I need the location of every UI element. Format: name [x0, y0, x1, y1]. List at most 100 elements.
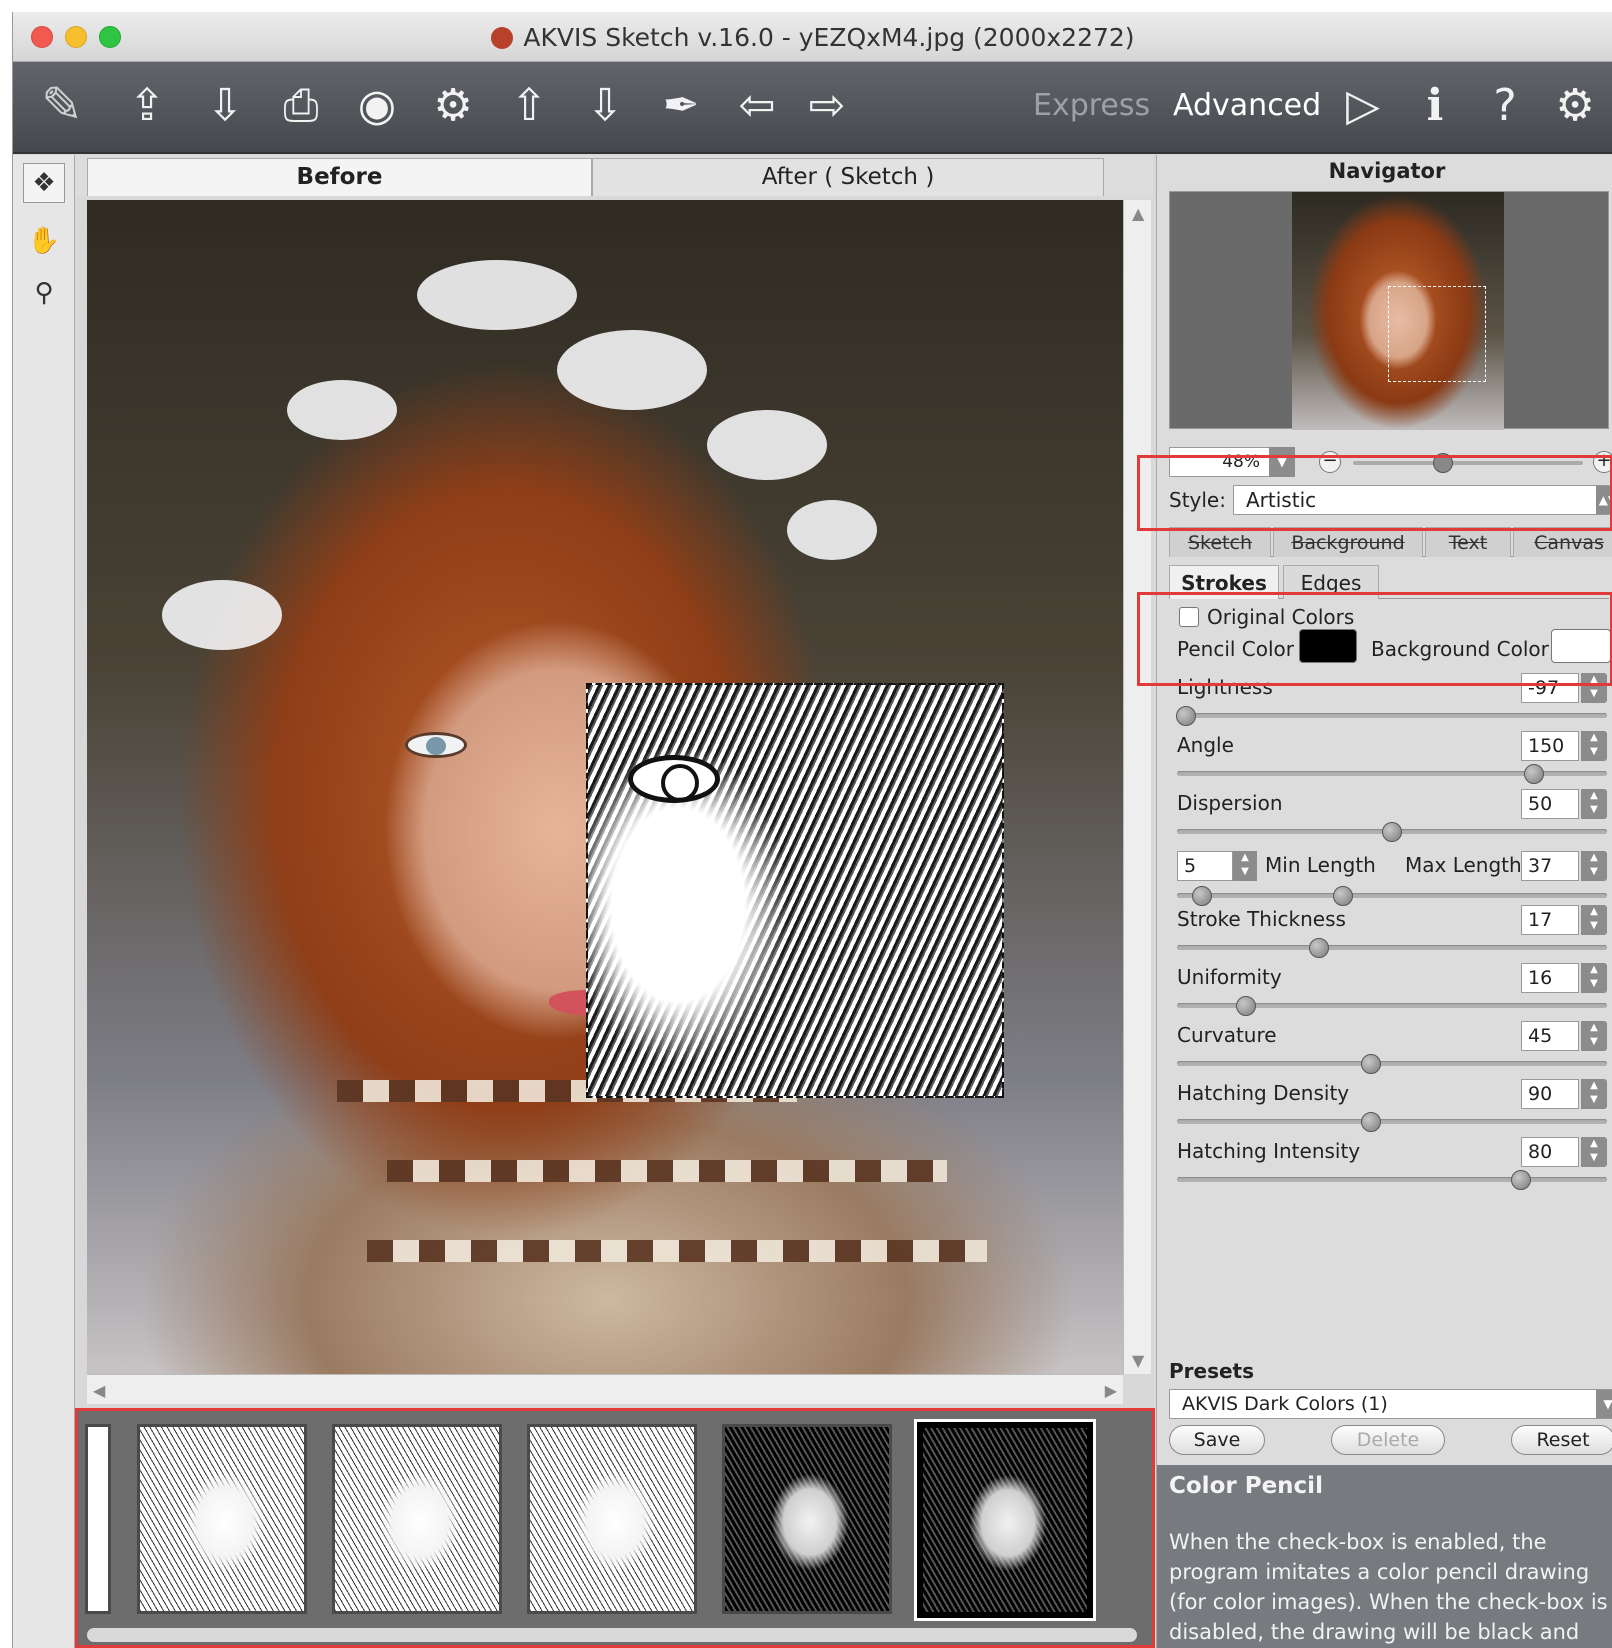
max-length-knob[interactable] — [1333, 886, 1353, 906]
param-slider[interactable] — [1177, 1177, 1607, 1182]
preset-thumbnail[interactable] — [527, 1424, 697, 1614]
tab-background[interactable]: Background — [1273, 527, 1423, 557]
param-curvature: Curvature 45 ▲ ▼ — [1177, 1021, 1607, 1079]
navigator-image — [1292, 192, 1504, 430]
preset-thumbnail[interactable] — [137, 1424, 307, 1614]
stepper-icon[interactable]: ▲ ▼ — [1581, 1079, 1607, 1109]
stepper-icon[interactable]: ▲ ▼ — [1581, 905, 1607, 935]
stepper-icon[interactable]: ▲ ▼ — [1581, 731, 1607, 761]
stepper-icon[interactable]: ▲ ▼ — [1581, 789, 1607, 819]
hand-tool-icon[interactable]: ✋ — [23, 221, 65, 261]
param-label: Angle — [1177, 733, 1234, 757]
style-select[interactable]: Artistic ▲▼ — [1233, 485, 1612, 515]
param-value-field[interactable]: 45 — [1521, 1021, 1579, 1051]
open-icon[interactable]: ⇪ — [115, 72, 179, 138]
param-slider[interactable] — [1177, 1119, 1607, 1124]
run-icon[interactable]: ▷ — [1331, 72, 1395, 138]
before-after-tool-icon[interactable]: ❖ — [23, 163, 65, 203]
min-length-knob[interactable] — [1192, 886, 1212, 906]
stepper-icon[interactable]: ▲ ▼ — [1581, 851, 1607, 881]
sketch-preview-area[interactable] — [586, 683, 1004, 1098]
zoom-slider-knob[interactable] — [1433, 453, 1453, 473]
import-preset-icon[interactable]: ⇧ — [497, 72, 561, 138]
thumbnail-scrollbar[interactable] — [87, 1628, 1137, 1642]
navigator-viewport[interactable] — [1388, 286, 1486, 382]
undo-icon[interactable]: ⇦ — [725, 72, 789, 138]
param-slider-knob[interactable] — [1175, 706, 1196, 726]
settings-icon[interactable]: ⚙ — [1543, 72, 1607, 138]
param-slider-knob[interactable] — [1382, 822, 1402, 842]
param-value-field[interactable]: 17 — [1521, 905, 1579, 935]
tab-canvas[interactable]: Canvas — [1513, 527, 1612, 557]
tab-before[interactable]: Before — [87, 158, 592, 196]
window-title-text: AKVIS Sketch v.16.0 - yEZQxM4.jpg (2000x… — [523, 23, 1135, 52]
param-slider-knob[interactable] — [1360, 1054, 1381, 1074]
param-slider-knob[interactable] — [1360, 1112, 1381, 1132]
save-preset-button[interactable]: Save — [1169, 1425, 1265, 1455]
stepper-icon[interactable]: ▲ ▼ — [1581, 1021, 1607, 1051]
param-value-field[interactable]: 90 — [1521, 1079, 1579, 1109]
preset-thumbnail[interactable] — [332, 1424, 502, 1614]
param-slider[interactable] — [1177, 1061, 1607, 1066]
min-length-label: Min Length — [1265, 853, 1376, 877]
preset-select[interactable]: AKVIS Dark Colors (1) ▼ — [1169, 1389, 1612, 1419]
preset-thumbnail-selected[interactable] — [917, 1422, 1093, 1618]
share-icon[interactable]: ◉ — [345, 72, 409, 138]
stepper-icon[interactable]: ▲ ▼ — [1581, 1137, 1607, 1167]
param-slider-knob[interactable] — [1523, 764, 1544, 784]
zoom-tool-icon[interactable]: ⚲ — [23, 273, 65, 313]
vertical-scrollbar[interactable]: ▲ ▼ — [1123, 200, 1151, 1374]
tab-text[interactable]: Text — [1425, 527, 1511, 557]
preset-value: AKVIS Dark Colors (1) — [1182, 1393, 1388, 1415]
horizontal-scrollbar[interactable]: ◀ ▶ — [87, 1374, 1123, 1404]
stepper-icon[interactable]: ▲ ▼ — [1581, 963, 1607, 993]
param-value-field[interactable]: -97 — [1521, 673, 1579, 703]
help-panel: Color Pencil When the check-box is enabl… — [1157, 1465, 1612, 1648]
info-icon[interactable]: ℹ — [1403, 72, 1467, 138]
param-value-field[interactable]: 50 — [1521, 789, 1579, 819]
param-value-field[interactable]: 80 — [1521, 1137, 1579, 1167]
tab-edges[interactable]: Edges — [1283, 565, 1379, 599]
stepper-icon[interactable]: ▲ ▼ — [1233, 851, 1257, 881]
zoom-dropdown-icon[interactable]: ▼ — [1269, 447, 1295, 477]
tab-after[interactable]: After ( Sketch ) — [592, 158, 1104, 196]
print-icon[interactable]: ⎙ — [269, 72, 333, 138]
help-icon[interactable]: ? — [1473, 72, 1537, 138]
advanced-mode-button[interactable]: Advanced — [1173, 88, 1321, 123]
min-length-field[interactable]: 5 — [1177, 851, 1233, 881]
preset-thumbnail[interactable] — [722, 1424, 892, 1614]
stepper-icon[interactable]: ▲ ▼ — [1581, 673, 1607, 703]
zoom-in-icon[interactable]: + — [1593, 451, 1612, 473]
export-preset-icon[interactable]: ⇩ — [573, 72, 637, 138]
length-range-slider[interactable] — [1177, 893, 1607, 898]
style-label: Style: — [1169, 488, 1226, 512]
param-slider[interactable] — [1177, 945, 1607, 950]
batch-icon[interactable]: ⚙ — [421, 72, 485, 138]
param-slider-knob[interactable] — [1308, 938, 1329, 958]
eraser-icon[interactable]: ✒ — [649, 72, 713, 138]
tab-strokes[interactable]: Strokes — [1169, 565, 1279, 599]
tab-sketch[interactable]: Sketch — [1169, 527, 1271, 557]
pencil-color-swatch[interactable] — [1299, 629, 1357, 663]
background-color-swatch[interactable] — [1551, 629, 1611, 663]
param-slider-knob[interactable] — [1511, 1170, 1531, 1190]
param-hatching-intensity: Hatching Intensity 80 ▲ ▼ — [1177, 1137, 1607, 1195]
param-value-field[interactable]: 150 — [1521, 731, 1579, 761]
delete-preset-button[interactable]: Delete — [1331, 1425, 1445, 1455]
navigator-preview[interactable] — [1169, 191, 1609, 430]
redo-icon[interactable]: ⇨ — [795, 72, 859, 138]
original-colors-checkbox[interactable] — [1179, 607, 1199, 627]
param-slider-knob[interactable] — [1235, 996, 1256, 1016]
param-slider[interactable] — [1177, 713, 1607, 718]
save-icon[interactable]: ⇩ — [193, 72, 257, 138]
param-value-field[interactable]: 16 — [1521, 963, 1579, 993]
zoom-slider[interactable] — [1353, 461, 1583, 465]
max-length-label: Max Length — [1405, 853, 1522, 877]
preset-thumbnail[interactable] — [85, 1424, 111, 1614]
express-mode-button[interactable]: Express — [1033, 88, 1150, 123]
image-canvas[interactable] — [87, 200, 1123, 1374]
navigator-title: Navigator — [1328, 159, 1446, 183]
max-length-field[interactable]: 37 — [1521, 851, 1579, 881]
zoom-out-icon[interactable]: − — [1319, 451, 1341, 473]
reset-preset-button[interactable]: Reset — [1511, 1425, 1612, 1455]
